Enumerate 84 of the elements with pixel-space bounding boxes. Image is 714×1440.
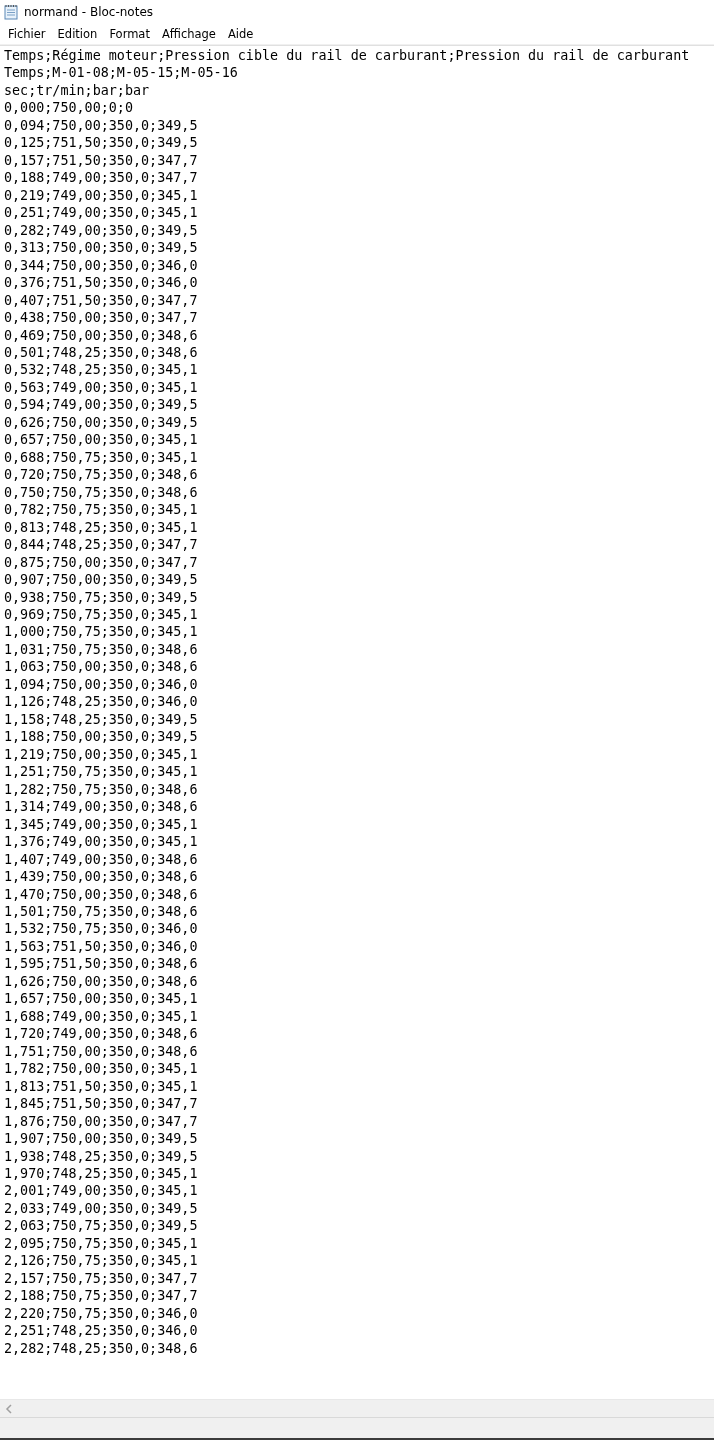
text-line: 1,407;749,00;350,0;348,6 bbox=[4, 850, 198, 869]
text-line: 2,063;750,75;350,0;349,5 bbox=[4, 1217, 198, 1235]
text-line: 2,282;748,25;350,0;348,6 bbox=[4, 1339, 198, 1358]
text-line: 0,563;749,00;350,0;345,1 bbox=[4, 378, 198, 397]
text-line: 0,094;750,00;350,0;349,5 bbox=[4, 116, 198, 135]
text-line: 1,720;749,00;350,0;348,6 bbox=[4, 1025, 198, 1043]
text-line: 0,782;750,75;350,0;345,1 bbox=[4, 501, 198, 519]
text-line: 0,469;750,00;350,0;348,6 bbox=[4, 326, 198, 344]
text-line: 2,126;750,75;350,0;345,1 bbox=[4, 1252, 198, 1270]
text-line: Temps;Régime moteur;Pression cible du rail de carburant;Pression du rail de carburant bbox=[4, 47, 690, 65]
text-line: 1,751;750,00;350,0;348,6 bbox=[4, 1042, 198, 1061]
scroll-left-icon[interactable] bbox=[5, 1403, 13, 1414]
text-line: 1,219;750,00;350,0;345,1 bbox=[4, 745, 198, 764]
text-line: 1,000;750,75;350,0;345,1 bbox=[4, 623, 198, 641]
text-line: 1,158;748,25;350,0;349,5 bbox=[4, 710, 198, 729]
text-line: 0,251;749,00;350,0;345,1 bbox=[4, 204, 198, 222]
text-line: 1,876;750,00;350,0;347,7 bbox=[4, 1112, 198, 1131]
text-line: 0,501;748,25;350,0;348,6 bbox=[4, 343, 198, 362]
text-line: 0,407;751,50;350,0;347,7 bbox=[4, 291, 198, 310]
text-line: 0,813;748,25;350,0;345,1 bbox=[4, 518, 198, 537]
menu-item[interactable]: Format bbox=[103, 25, 156, 43]
text-line: 0,438;750,00;350,0;347,7 bbox=[4, 309, 198, 327]
menu-item[interactable]: Edition bbox=[51, 25, 104, 43]
text-line: 1,688;749,00;350,0;345,1 bbox=[4, 1007, 198, 1026]
text-line: 1,094;750,00;350,0;346,0 bbox=[4, 675, 198, 694]
text-line: 1,376;749,00;350,0;345,1 bbox=[4, 833, 198, 851]
text-line: 0,594;749,00;350,0;349,5 bbox=[4, 396, 198, 414]
text-line: 2,220;750,75;350,0;346,0 bbox=[4, 1304, 198, 1323]
text-line: Temps;M-01-08;M-05-15;M-05-16 bbox=[4, 64, 238, 82]
text-line: 2,033;749,00;350,0;349,5 bbox=[4, 1199, 198, 1218]
text-line: 1,532;750,75;350,0;346,0 bbox=[4, 920, 198, 938]
text-line: 0,844;748,25;350,0;347,7 bbox=[4, 536, 198, 554]
text-line: 1,782;750,00;350,0;345,1 bbox=[4, 1060, 198, 1078]
notepad-icon bbox=[4, 4, 18, 20]
text-line: 2,157;750,75;350,0;347,7 bbox=[4, 1269, 198, 1288]
text-line: 1,501;750,75;350,0;348,6 bbox=[4, 902, 198, 921]
text-line: 1,282;750,75;350,0;348,6 bbox=[4, 780, 198, 799]
text-line: 2,251;748,25;350,0;346,0 bbox=[4, 1322, 198, 1340]
text-line: 2,188;750,75;350,0;347,7 bbox=[4, 1287, 198, 1305]
text-line: 0,188;749,00;350,0;347,7 bbox=[4, 169, 198, 187]
menu-item[interactable]: Aide bbox=[221, 25, 260, 43]
text-line: 0,532;748,25;350,0;345,1 bbox=[4, 361, 198, 379]
text-line: 0,157;751,50;350,0;347,7 bbox=[4, 151, 198, 170]
text-line: 1,907;750,00;350,0;349,5 bbox=[4, 1130, 198, 1148]
text-line: 1,563;751,50;350,0;346,0 bbox=[4, 937, 198, 956]
text-line: 0,688;750,75;350,0;345,1 bbox=[4, 448, 198, 467]
text-line: 1,251;750,75;350,0;345,1 bbox=[4, 763, 198, 781]
text-line: 0,125;751,50;350,0;349,5 bbox=[4, 134, 198, 152]
text-line: 1,845;751,50;350,0;347,7 bbox=[4, 1095, 198, 1113]
text-line: sec;tr/min;bar;bar bbox=[4, 81, 150, 100]
text-line: 0,720;750,75;350,0;348,6 bbox=[4, 466, 198, 484]
horizontal-scrollbar[interactable] bbox=[0, 1399, 714, 1417]
text-line: 1,188;750,00;350,0;349,5 bbox=[4, 728, 198, 746]
text-line: 0,282;749,00;350,0;349,5 bbox=[4, 221, 198, 240]
text-line: 1,031;750,75;350,0;348,6 bbox=[4, 640, 198, 659]
text-line: 1,063;750,00;350,0;348,6 bbox=[4, 658, 198, 676]
text-line: 1,126;748,25;350,0;346,0 bbox=[4, 693, 198, 711]
text-line: 1,626;750,00;350,0;348,6 bbox=[4, 972, 198, 991]
text-line: 0,875;750,00;350,0;347,7 bbox=[4, 553, 198, 572]
text-line: 0,376;751,50;350,0;346,0 bbox=[4, 274, 198, 292]
menu-item[interactable]: Fichier bbox=[2, 25, 52, 43]
text-line: 1,657;750,00;350,0;345,1 bbox=[4, 990, 198, 1008]
text-line: 1,970;748,25;350,0;345,1 bbox=[4, 1165, 198, 1183]
text-line: 1,938;748,25;350,0;349,5 bbox=[4, 1147, 198, 1165]
text-line: 1,595;751,50;350,0;348,6 bbox=[4, 955, 198, 973]
text-line: 0,626;750,00;350,0;349,5 bbox=[4, 413, 198, 432]
text-line: 2,001;749,00;350,0;345,1 bbox=[4, 1182, 198, 1200]
text-line: 2,095;750,75;350,0;345,1 bbox=[4, 1234, 198, 1253]
text-line: 0,657;750,00;350,0;345,1 bbox=[4, 431, 198, 449]
text-line: 0,344;750,00;350,0;346,0 bbox=[4, 256, 198, 275]
text-line: 0,313;750,00;350,0;349,5 bbox=[4, 239, 198, 257]
text-line: 1,345;749,00;350,0;345,1 bbox=[4, 815, 198, 834]
text-line: 1,470;750,00;350,0;348,6 bbox=[4, 885, 198, 903]
text-line: 0,000;750,00;0;0 bbox=[4, 99, 133, 117]
text-line: 0,969;750,75;350,0;345,1 bbox=[4, 606, 198, 624]
text-line: 1,314;749,00;350,0;348,6 bbox=[4, 798, 198, 816]
text-line: 0,219;749,00;350,0;345,1 bbox=[4, 186, 198, 205]
text-line: 0,750;750,75;350,0;348,6 bbox=[4, 483, 198, 502]
text-line: 1,813;751,50;350,0;345,1 bbox=[4, 1077, 198, 1096]
window-title: normand - Bloc-notes bbox=[24, 5, 154, 19]
text-line: 0,907;750,00;350,0;349,5 bbox=[4, 571, 198, 589]
menu-item[interactable]: Affichage bbox=[155, 25, 222, 43]
text-line: 0,938;750,75;350,0;349,5 bbox=[4, 588, 198, 606]
text-line: 1,439;750,00;350,0;348,6 bbox=[4, 868, 198, 886]
